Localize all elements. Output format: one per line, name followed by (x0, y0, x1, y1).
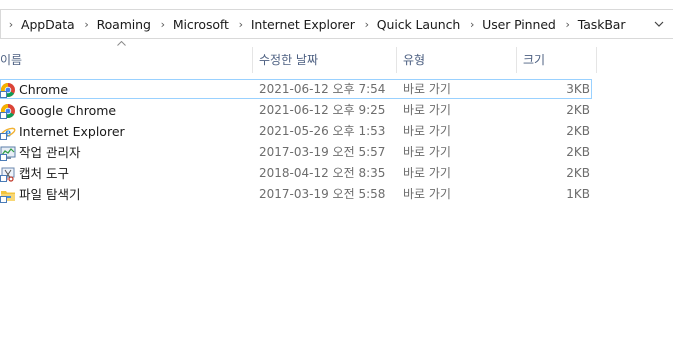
shortcut-overlay-icon (0, 175, 7, 182)
address-history-dropdown[interactable] (644, 10, 673, 38)
file-date: 2017-03-19 오전 5:57 (259, 145, 386, 159)
file-date: 2018-04-12 오전 8:35 (259, 166, 386, 180)
column-divider[interactable] (252, 47, 253, 73)
file-size: 2KB (566, 145, 590, 159)
file-type: 바로 가기 (403, 124, 451, 138)
file-name: 파일 탐색기 (19, 187, 81, 202)
breadcrumb-item-quick-launch[interactable]: Quick Launch (374, 17, 462, 32)
file-size: 2KB (566, 124, 590, 138)
breadcrumb-item-taskbar[interactable]: TaskBar (575, 17, 628, 32)
file-type: 바로 가기 (403, 103, 451, 117)
column-divider[interactable] (396, 47, 397, 73)
breadcrumb-separator[interactable]: › (156, 18, 170, 31)
task-manager-icon (0, 145, 16, 161)
file-size: 2KB (566, 103, 590, 117)
file-row-internet-explorer[interactable]: e Internet Explorer 2021-05-26 오후 1:53 바… (0, 121, 600, 142)
breadcrumb-separator[interactable]: › (360, 18, 374, 31)
chrome-icon (0, 82, 16, 98)
file-type: 바로 가기 (403, 82, 451, 96)
column-divider[interactable] (596, 47, 597, 73)
breadcrumb-item-internet-explorer[interactable]: Internet Explorer (248, 17, 357, 32)
breadcrumb-item-user-pinned[interactable]: User Pinned (479, 17, 558, 32)
file-date: 2021-05-26 오후 1:53 (259, 124, 386, 138)
internet-explorer-icon: e (0, 124, 16, 140)
chevron-down-icon (654, 21, 664, 27)
file-list: Chrome 2021-06-12 오후 7:54 바로 가기 3KB Goog… (0, 79, 600, 205)
breadcrumb-separator[interactable]: › (465, 18, 479, 31)
breadcrumb-item-roaming[interactable]: Roaming (94, 17, 153, 32)
file-type: 바로 가기 (403, 187, 451, 201)
breadcrumb-separator[interactable]: › (80, 18, 94, 31)
column-header-type[interactable]: 유형 (403, 47, 425, 73)
file-name: 작업 관리자 (19, 145, 81, 160)
shortcut-overlay-icon (0, 91, 7, 98)
shortcut-overlay-icon (0, 196, 7, 203)
file-name: Internet Explorer (19, 124, 125, 139)
breadcrumb-separator[interactable]: › (234, 18, 248, 31)
file-date: 2021-06-12 오후 7:54 (259, 82, 386, 96)
file-size: 3KB (566, 82, 590, 96)
file-row-file-explorer[interactable]: 파일 탐색기 2017-03-19 오전 5:58 바로 가기 1KB (0, 184, 600, 205)
column-header-size[interactable]: 크기 (523, 47, 545, 73)
file-row-task-manager[interactable]: 작업 관리자 2017-03-19 오전 5:57 바로 가기 2KB (0, 142, 600, 163)
column-header-row: 이름 수정한 날짜 유형 크기 (0, 40, 600, 73)
shortcut-overlay-icon (0, 112, 7, 119)
file-row-chrome[interactable]: Chrome 2021-06-12 오후 7:54 바로 가기 3KB (0, 79, 600, 100)
breadcrumb-separator[interactable]: › (4, 18, 18, 31)
file-row-snipping-tool[interactable]: 캡처 도구 2018-04-12 오전 8:35 바로 가기 2KB (0, 163, 600, 184)
column-header-name[interactable]: 이름 (0, 47, 22, 73)
breadcrumb-separator[interactable]: › (561, 18, 575, 31)
file-row-google-chrome[interactable]: Google Chrome 2021-06-12 오후 9:25 바로 가기 2… (0, 100, 600, 121)
shortcut-overlay-icon (0, 133, 7, 140)
file-size: 2KB (566, 166, 590, 180)
column-header-date[interactable]: 수정한 날짜 (259, 47, 318, 73)
breadcrumb: › AppData › Roaming › Microsoft › Intern… (1, 10, 627, 38)
column-divider[interactable] (516, 47, 517, 73)
snipping-tool-icon (0, 166, 16, 182)
file-type: 바로 가기 (403, 166, 451, 180)
sort-ascending-icon (117, 39, 126, 49)
chrome-icon (0, 103, 16, 119)
breadcrumb-item-appdata[interactable]: AppData (18, 17, 77, 32)
shortcut-overlay-icon (0, 154, 7, 161)
file-date: 2017-03-19 오전 5:58 (259, 187, 386, 201)
address-bar[interactable]: › AppData › Roaming › Microsoft › Intern… (0, 9, 673, 39)
file-name: Google Chrome (19, 103, 117, 118)
file-type: 바로 가기 (403, 145, 451, 159)
file-name: 캡처 도구 (19, 166, 69, 181)
file-name: Chrome (19, 82, 69, 97)
file-size: 1KB (566, 187, 590, 201)
breadcrumb-item-microsoft[interactable]: Microsoft (170, 17, 231, 32)
file-date: 2021-06-12 오후 9:25 (259, 103, 386, 117)
file-explorer-icon (0, 187, 16, 203)
